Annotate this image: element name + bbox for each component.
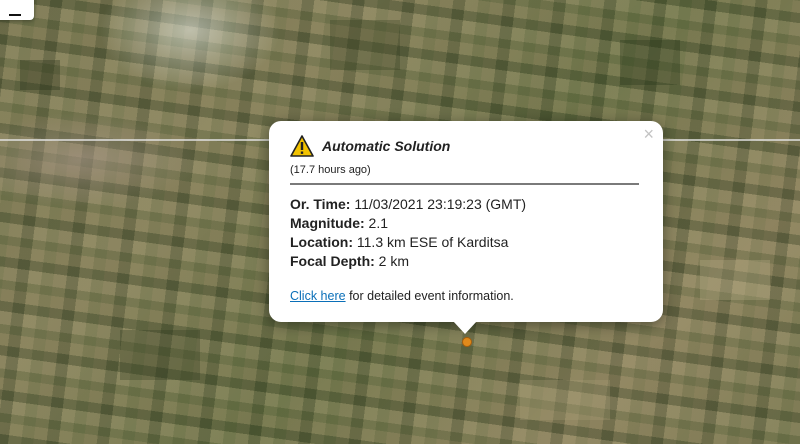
close-icon[interactable]: ×: [643, 124, 654, 144]
details-link[interactable]: Click here: [290, 289, 346, 303]
origin-time-value: 11/03/2021 23:19:23 (GMT): [354, 196, 527, 212]
magnitude-value: 2.1: [368, 215, 389, 231]
divider: [290, 183, 639, 185]
focal-depth-value: 2 km: [378, 253, 410, 269]
menu-button[interactable]: [0, 0, 34, 20]
location-value: 11.3 km ESE of Karditsa: [356, 234, 509, 250]
popup-header: Automatic Solution: [290, 135, 639, 157]
time-ago: (17.7 hours ago): [290, 164, 371, 176]
field-patch: [520, 380, 610, 420]
field-patch: [20, 60, 60, 90]
location-label: Location:: [290, 234, 353, 250]
origin-time-row: Or. Time: 11/03/2021 23:19:23 (GMT): [290, 195, 639, 214]
field-patch: [620, 40, 680, 85]
field-patch: [120, 330, 200, 380]
warning-triangle-icon: [290, 135, 314, 157]
origin-time-label: Or. Time:: [290, 196, 351, 212]
popup-content: Automatic Solution (17.7 hours ago) Or. …: [290, 135, 639, 303]
details-suffix: for detailed event information.: [349, 289, 514, 303]
popup-title: Automatic Solution: [322, 138, 451, 154]
magnitude-label: Magnitude:: [290, 215, 365, 231]
details-line: Click here for detailed event informatio…: [290, 289, 639, 303]
field-patch: [700, 260, 770, 300]
magnitude-row: Magnitude: 2.1: [290, 214, 639, 233]
earthquake-marker[interactable]: [462, 337, 472, 347]
popup-tip: [453, 321, 477, 334]
event-popup: × Automatic Solution (17.7 hours ago) Or…: [269, 121, 663, 334]
focal-depth-row: Focal Depth: 2 km: [290, 252, 639, 271]
focal-depth-label: Focal Depth:: [290, 253, 375, 269]
location-row: Location: 11.3 km ESE of Karditsa: [290, 233, 639, 252]
hamburger-icon: [9, 14, 21, 16]
field-patch: [330, 20, 400, 70]
